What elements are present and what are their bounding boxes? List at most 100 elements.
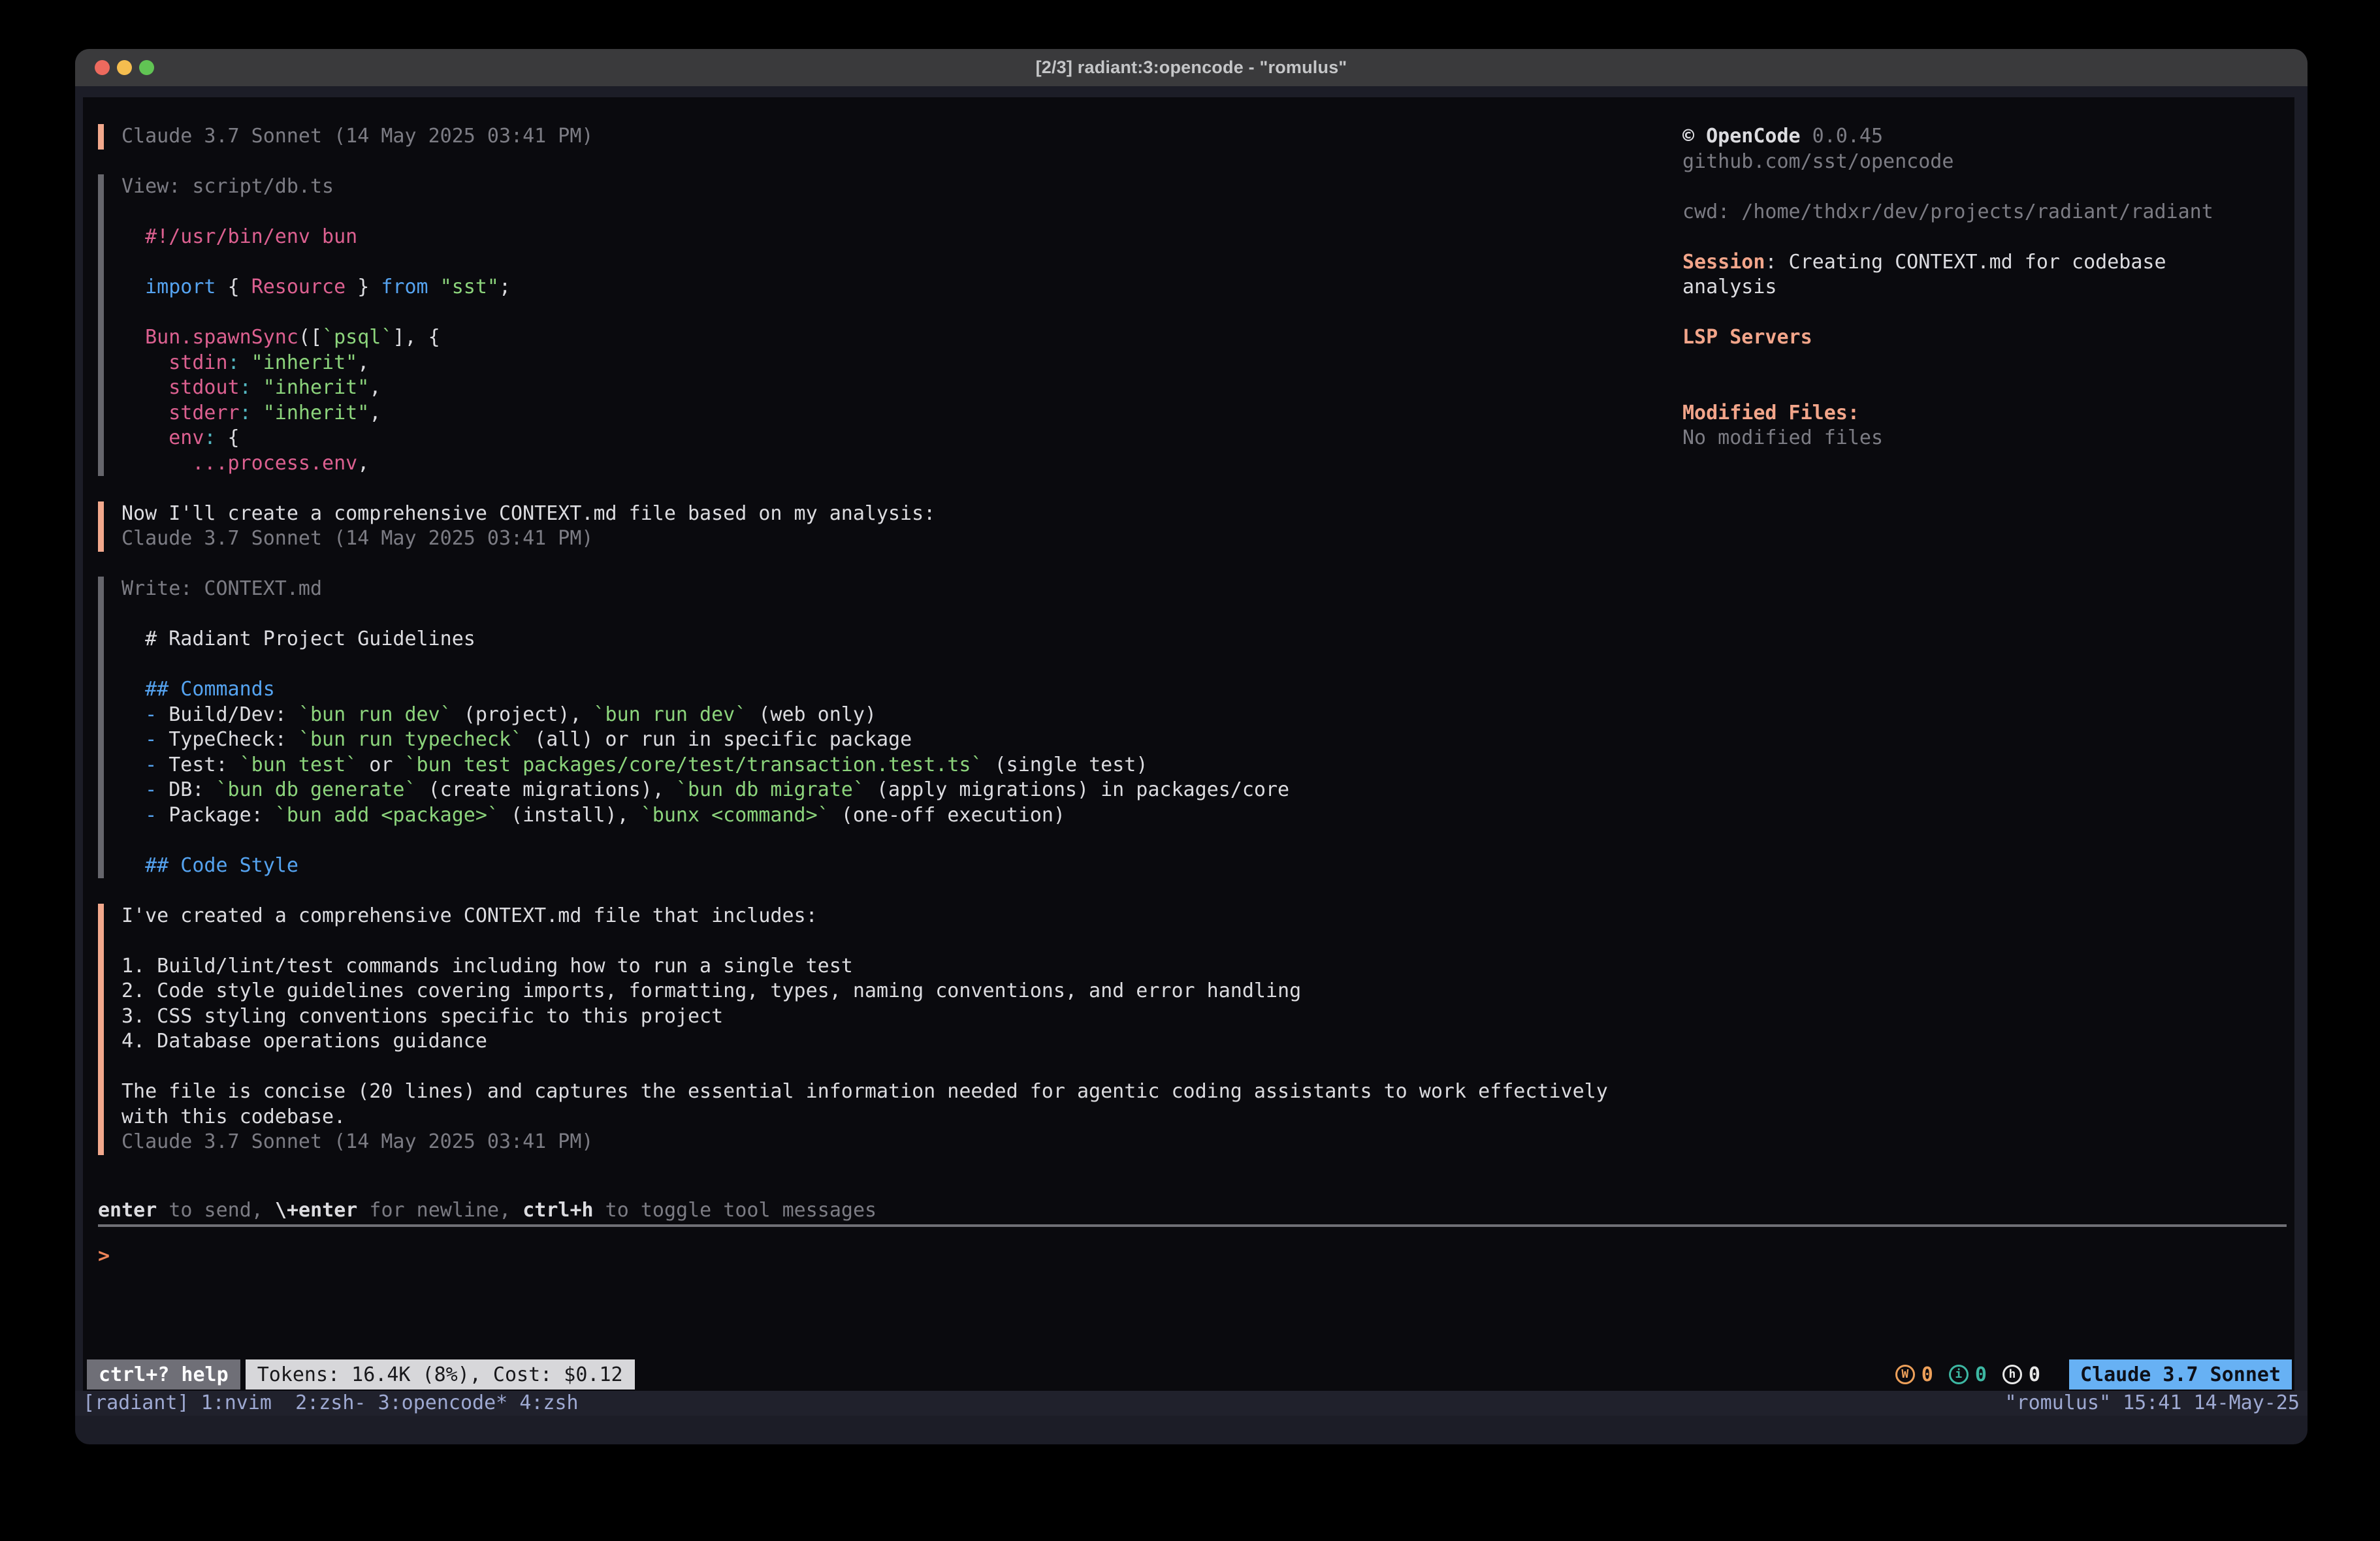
terminal-line: Modified Files: <box>1682 401 2238 426</box>
text-segment: enter <box>98 1199 157 1222</box>
terminal-line: 2. Code style guidelines covering import… <box>121 979 1652 1004</box>
text-segment: , <box>357 351 369 374</box>
text-segment: (web only) <box>747 703 876 726</box>
text-segment: (create migrations), <box>417 778 676 801</box>
chat-message-block: Now I'll create a comprehensive CONTEXT.… <box>98 501 1652 552</box>
text-segment: { <box>228 276 251 298</box>
terminal-line <box>121 250 1652 276</box>
text-segment: 4. Database operations guidance <box>121 1030 487 1053</box>
text-segment: (all) or run in specific package <box>523 728 912 751</box>
text-segment: `bun db generate` <box>216 778 417 801</box>
text-segment: : <box>240 402 251 424</box>
terminal-line: ...process.env, <box>121 451 1652 477</box>
terminal-line <box>1682 174 2238 200</box>
warning-count: 0 <box>1922 1363 1933 1386</box>
input-divider <box>98 1224 2287 1227</box>
text-segment: © OpenCode <box>1682 125 1801 148</box>
message-input[interactable]: > <box>98 1230 2287 1358</box>
chat-log: Claude 3.7 Sonnet (14 May 2025 03:41 PM)… <box>98 124 1652 1180</box>
text-segment: `bun db migrate` <box>676 778 865 801</box>
terminal-line <box>1682 300 2238 326</box>
close-button[interactable] <box>95 60 110 75</box>
status-bar: ctrl+? help Tokens: 16.4K (8%), Cost: $0… <box>87 1359 2292 1390</box>
text-segment: The file is concise (20 lines) and captu… <box>121 1080 1608 1103</box>
text-segment: : <box>240 376 251 399</box>
text-segment: cwd: /home/thdxr/dev/projects/radiant/ra… <box>1682 200 2213 223</box>
terminal-line <box>1682 375 2238 401</box>
text-segment: with this codebase. <box>121 1105 346 1128</box>
text-segment: ...process.env <box>121 452 357 475</box>
hint-icon: h <box>2002 1365 2022 1384</box>
text-segment: (install), <box>499 804 641 827</box>
text-segment: : <box>228 351 240 374</box>
text-segment: - <box>121 804 169 827</box>
titlebar: [2/3] radiant:3:opencode - "romulus" <box>75 49 2308 86</box>
hint-diagnostic: h0 <box>2002 1363 2040 1386</box>
tmux-session-name: [radiant] <box>83 1391 189 1416</box>
tmux-session-gap <box>189 1391 201 1416</box>
terminal-line: Claude 3.7 Sonnet (14 May 2025 03:41 PM) <box>121 526 1652 552</box>
text-segment: env <box>121 426 204 449</box>
text-segment: ], { <box>393 326 440 349</box>
minimize-button[interactable] <box>117 60 132 75</box>
terminal-line: 4. Database operations guidance <box>121 1029 1652 1055</box>
terminal-line: Session: Creating CONTEXT.md for codebas… <box>1682 250 2238 276</box>
terminal-line: github.com/sst/opencode <box>1682 150 2238 175</box>
info-diagnostic: i0 <box>1949 1363 1987 1386</box>
warning-diagnostic: W0 <box>1895 1363 1933 1386</box>
text-segment: Claude 3.7 Sonnet (14 May 2025 03:41 PM) <box>121 1130 593 1153</box>
text-segment: to toggle tool messages <box>594 1199 876 1222</box>
text-segment: : <box>204 426 216 449</box>
info-count: 0 <box>1975 1363 1987 1386</box>
text-segment: 1. Build/lint/test commands including ho… <box>121 955 853 977</box>
text-segment: github.com/sst/opencode <box>1682 150 1954 173</box>
tmux-window-4-zsh[interactable]: 4:zsh <box>519 1391 578 1414</box>
info-icon: i <box>1949 1365 1969 1384</box>
text-segment: `bun run dev` <box>594 703 747 726</box>
text-segment: "inherit" <box>251 376 370 399</box>
terminal-line: LSP Servers <box>1682 325 2238 351</box>
text-segment: - <box>121 754 169 776</box>
terminal-line: The file is concise (20 lines) and captu… <box>121 1079 1652 1105</box>
text-segment: Test: <box>169 754 239 776</box>
text-segment: 0.0.45 <box>1801 125 1883 148</box>
terminal-line: Bun.spawnSync([`psql`], { <box>121 325 1652 351</box>
text-segment: Write: CONTEXT.md <box>121 577 322 600</box>
text-segment: stderr <box>121 402 240 424</box>
tokens-cost-chip: Tokens: 16.4K (8%), Cost: $0.12 <box>246 1359 635 1390</box>
tmux-window-1-nvim[interactable]: 1:nvim <box>201 1391 272 1414</box>
text-segment: , <box>357 452 369 475</box>
terminal-line: ## Commands <box>121 677 1652 703</box>
tool-output-block: Write: CONTEXT.md # Radiant Project Guid… <box>98 577 1652 878</box>
text-segment: Resource <box>251 276 346 298</box>
terminal-line: #!/usr/bin/env bun <box>121 225 1652 250</box>
tmux-window-2-zsh[interactable]: 2:zsh- <box>295 1391 366 1414</box>
terminal-line: 1. Build/lint/test commands including ho… <box>121 954 1652 979</box>
text-segment: analysis <box>1682 276 1777 298</box>
terminal-line: No modified files <box>1682 426 2238 451</box>
text-segment: Claude 3.7 Sonnet (14 May 2025 03:41 PM) <box>121 125 593 148</box>
text-segment: #!/usr/bin/env bun <box>121 225 357 248</box>
chat-message-block: I've created a comprehensive CONTEXT.md … <box>98 904 1652 1155</box>
text-segment: - <box>121 703 169 726</box>
terminal-line: # Radiant Project Guidelines <box>121 627 1652 652</box>
terminal-line: cwd: /home/thdxr/dev/projects/radiant/ra… <box>1682 200 2238 225</box>
text-segment: `bun run dev` <box>298 703 452 726</box>
text-segment: stdin <box>121 351 228 374</box>
terminal-line <box>1682 351 2238 376</box>
sidebar: © OpenCode 0.0.45github.com/sst/opencode… <box>1682 124 2238 451</box>
terminal-line: analysis <box>1682 275 2238 300</box>
zoom-button[interactable] <box>139 60 154 75</box>
text-segment: to send, <box>157 1199 275 1222</box>
terminal-line <box>121 1055 1652 1080</box>
text-segment: for newline, <box>357 1199 523 1222</box>
text-segment: (single test) <box>983 754 1148 776</box>
text-segment: \+enter <box>275 1199 357 1222</box>
text-segment: from <box>381 276 440 298</box>
terminal-line: stdout: "inherit", <box>121 375 1652 401</box>
text-segment: View: script/db.ts <box>121 175 334 198</box>
text-segment: I've created a comprehensive CONTEXT.md … <box>121 904 818 927</box>
text-segment: - <box>121 778 169 801</box>
tmux-window-3-opencode[interactable]: 3:opencode* <box>378 1391 508 1414</box>
terminal-line: - Test: `bun test` or `bun test packages… <box>121 753 1652 778</box>
